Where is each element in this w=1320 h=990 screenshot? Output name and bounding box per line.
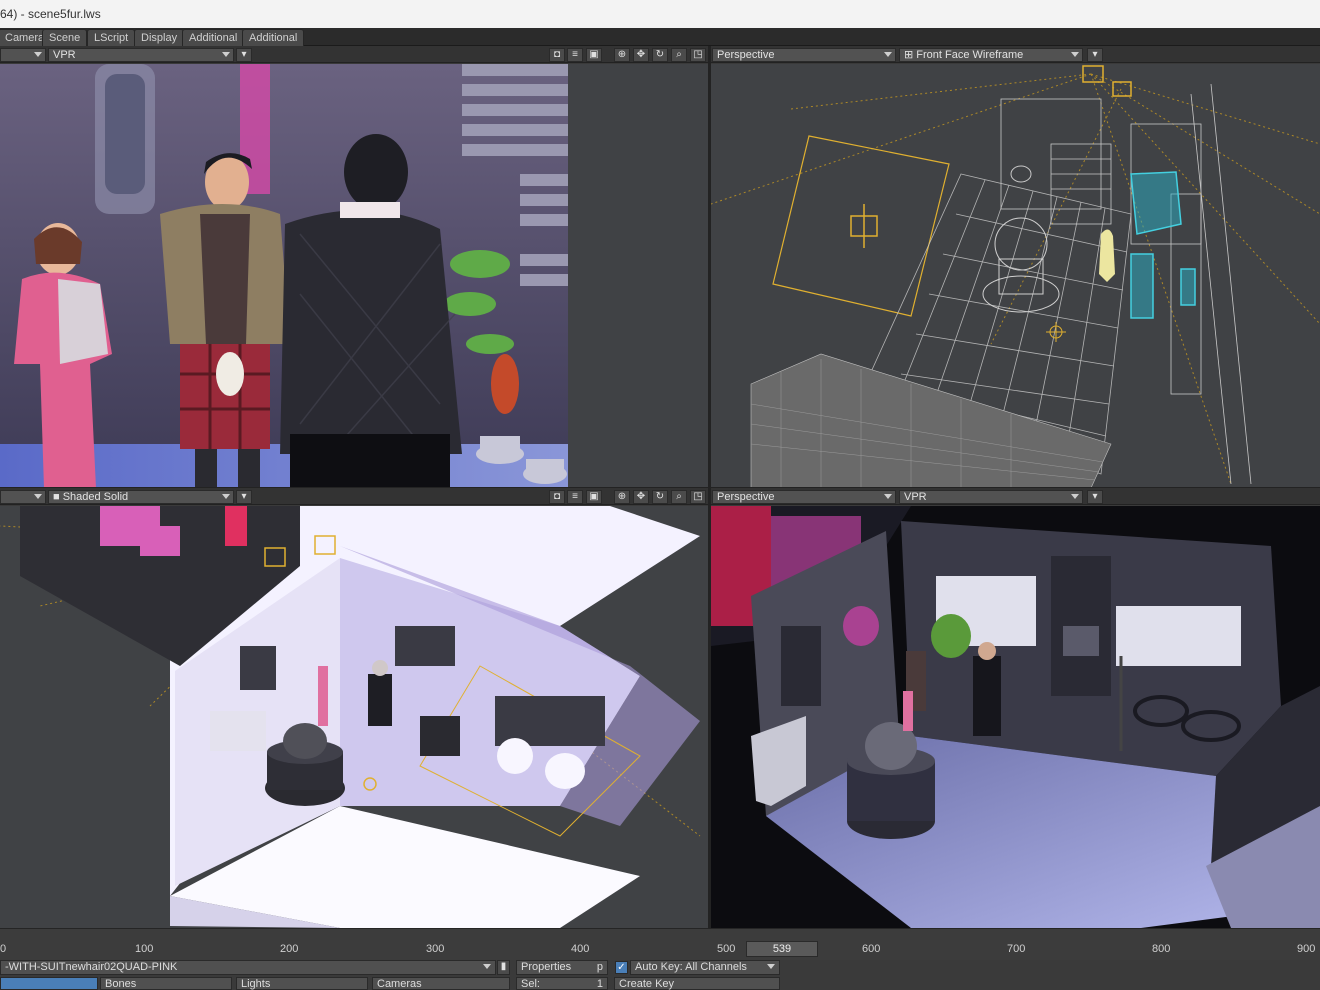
viewport-bottom-right[interactable] xyxy=(711,506,1320,928)
timeline-label: 500 xyxy=(717,943,736,955)
selection-count: Sel: 1 xyxy=(516,977,608,990)
bones-label: Bones xyxy=(105,978,137,990)
viewport-header-bottom-right: Perspective VPR ▾ xyxy=(711,488,1320,505)
save-icon[interactable]: ▣ xyxy=(586,48,602,62)
view-type-label: Perspective xyxy=(717,491,775,503)
zoom-icon[interactable]: ⌕ xyxy=(671,490,687,504)
render-mode-label: VPR xyxy=(904,491,927,503)
zoom-icon[interactable]: ⌕ xyxy=(671,48,687,62)
auto-key-dropdown[interactable]: Auto Key: All Channels xyxy=(630,960,780,975)
chevron-down-icon xyxy=(483,964,491,969)
cameras-mode-button[interactable]: Cameras xyxy=(372,977,510,990)
current-frame-slider[interactable]: 539 xyxy=(746,941,818,957)
wireframe-view xyxy=(711,65,1320,488)
viewport-bottom-left[interactable] xyxy=(0,506,708,928)
timeline-label: 100 xyxy=(135,943,154,955)
current-item-dropdown[interactable]: -WITH-SUITnewhair02QUAD-PINK xyxy=(0,960,496,975)
render-mode-label: VPR xyxy=(53,49,76,61)
rotate-icon[interactable]: ↻ xyxy=(652,490,668,504)
viewport-header-top-left: VPR ▾ ◘ ≡ ▣ ⊕ ✥ ↻ ⌕ ◳ xyxy=(0,46,708,63)
render-preview xyxy=(0,64,708,488)
view-type-label: Perspective xyxy=(717,49,775,61)
tab-additional-2[interactable]: Additional xyxy=(242,29,305,46)
list-icon[interactable]: ≡ xyxy=(567,490,583,504)
menu-tab-bar: Camera Scene LScript Display Additional … xyxy=(0,28,1320,46)
list-icon[interactable]: ≡ xyxy=(567,48,583,62)
maximize-icon[interactable]: ◳ xyxy=(690,48,706,62)
timeline-label: 700 xyxy=(1007,943,1026,955)
timeline-label: 900 xyxy=(1297,943,1316,955)
viewport-top-left[interactable] xyxy=(0,64,708,488)
camera-icon[interactable]: ◘ xyxy=(549,48,565,62)
wireframe-icon: ⊞ xyxy=(904,49,917,61)
render-mode-dropdown[interactable]: VPR xyxy=(899,490,1083,504)
shaded-solid-icon: ■ xyxy=(53,491,63,503)
current-item-label: -WITH-SUITnewhair02QUAD-PINK xyxy=(5,961,178,973)
center-icon[interactable]: ⊕ xyxy=(614,490,630,504)
auto-key-label: Auto Key: All Channels xyxy=(635,961,747,973)
timeline-label: 800 xyxy=(1152,943,1171,955)
dropdown-arrow-button[interactable]: ▾ xyxy=(236,490,252,504)
render-mode-label: Shaded Solid xyxy=(62,491,129,503)
current-frame-value: 539 xyxy=(772,943,792,955)
properties-shortcut: p xyxy=(596,961,603,973)
timeline-label: 0 xyxy=(0,943,7,955)
view-type-dropdown[interactable]: Perspective xyxy=(712,490,896,504)
tab-additional[interactable]: Additional xyxy=(182,29,245,46)
viewport-divider-horizontal[interactable] xyxy=(0,487,1320,488)
timeline-label: 300 xyxy=(426,943,445,955)
move-icon[interactable]: ✥ xyxy=(633,490,649,504)
render-mode-label: Front Face Wireframe xyxy=(916,49,1024,61)
cameras-label: Cameras xyxy=(377,978,422,990)
timeline-label: 600 xyxy=(862,943,881,955)
view-type-dropdown[interactable] xyxy=(0,490,46,504)
lights-mode-button[interactable]: Lights xyxy=(236,977,368,990)
dropdown-arrow-button[interactable]: ▾ xyxy=(1087,48,1103,62)
render-mode-dropdown[interactable]: VPR xyxy=(48,48,234,62)
chevron-down-icon xyxy=(767,964,775,969)
sel-label: Sel: xyxy=(521,978,540,990)
sel-value: 1 xyxy=(596,978,603,990)
move-icon[interactable]: ✥ xyxy=(633,48,649,62)
tab-lscript[interactable]: LScript xyxy=(87,29,136,46)
render-mode-dropdown[interactable]: ⊞ Front Face Wireframe xyxy=(899,48,1083,62)
rotate-icon[interactable]: ↻ xyxy=(652,48,668,62)
dropdown-arrow-button[interactable]: ▾ xyxy=(236,48,252,62)
properties-button[interactable]: Properties p xyxy=(516,960,608,975)
center-icon[interactable]: ⊕ xyxy=(614,48,630,62)
window-title-bar: 64) - scene5fur.lws xyxy=(0,0,1320,28)
timeline[interactable]: 0 100 200 300 400 500 600 700 800 900 53… xyxy=(0,928,1320,960)
tab-scene[interactable]: Scene xyxy=(42,29,88,46)
camera-icon[interactable]: ◘ xyxy=(549,490,565,504)
create-key-label: Create Key xyxy=(619,978,675,990)
viewport-top-right[interactable] xyxy=(711,64,1320,488)
dropdown-arrow-button[interactable]: ▾ xyxy=(1087,490,1103,504)
save-icon[interactable]: ▣ xyxy=(586,490,602,504)
lights-label: Lights xyxy=(241,978,271,990)
viewport-header-top-right: Perspective ⊞ Front Face Wireframe ▾ xyxy=(711,46,1320,63)
timeline-label: 400 xyxy=(571,943,590,955)
viewport-header-bottom-left: ■ Shaded Solid ▾ ◘ ≡ ▣ ⊕ ✥ ↻ ⌕ ◳ xyxy=(0,488,708,505)
objects-mode-button[interactable] xyxy=(0,977,98,990)
create-key-button[interactable]: Create Key xyxy=(614,977,780,990)
item-toggle-button[interactable]: ▮ xyxy=(497,960,510,975)
render-mode-dropdown[interactable]: ■ Shaded Solid xyxy=(48,490,234,504)
view-type-dropdown[interactable]: Perspective xyxy=(712,48,896,62)
timeline-label: 200 xyxy=(280,943,299,955)
window-title: 64) - scene5fur.lws xyxy=(0,7,101,21)
shaded-solid-view xyxy=(0,506,701,928)
bottom-controls: -WITH-SUITnewhair02QUAD-PINK ▮ Propertie… xyxy=(0,960,1320,990)
view-type-dropdown[interactable] xyxy=(0,48,46,62)
vpr-set-render xyxy=(711,506,1320,928)
bones-mode-button[interactable]: Bones xyxy=(100,977,232,990)
properties-label: Properties xyxy=(521,961,572,973)
maximize-icon[interactable]: ◳ xyxy=(690,490,706,504)
tab-display[interactable]: Display xyxy=(134,29,185,46)
auto-key-checkbox[interactable]: ✓ xyxy=(615,961,628,974)
